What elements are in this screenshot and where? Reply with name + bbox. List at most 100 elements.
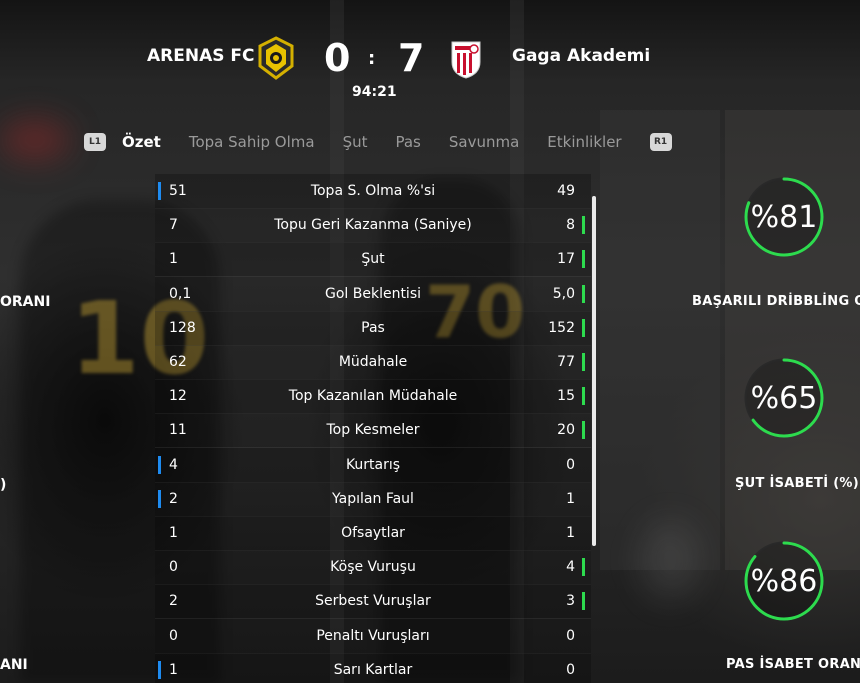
dribbling-gauge-label: BAŞARILI DRİBBLİNG O: [692, 294, 860, 309]
away-stat-value: 1: [566, 490, 575, 507]
away-lead-marker: [582, 318, 585, 337]
stat-label: Şut: [361, 251, 385, 268]
away-stat-value: 3: [566, 593, 575, 610]
stat-row[interactable]: 11 Top Kesmeler 20: [155, 413, 591, 449]
tab-topa-sahip-olma[interactable]: Topa Sahip Olma: [189, 133, 315, 151]
away-score: 7: [398, 36, 425, 80]
stat-row[interactable]: 51 Topa S. Olma %'si 49: [155, 174, 591, 209]
stat-label: Köşe Vuruşu: [330, 559, 416, 576]
home-stat-value: 1: [169, 251, 178, 268]
away-stat-value: 77: [557, 354, 575, 370]
away-lead-marker: [582, 387, 585, 406]
tab-ozet[interactable]: Özet: [122, 133, 161, 151]
stat-row[interactable]: 1 Sarı Kartlar 0: [155, 652, 591, 683]
home-stat-value: 128: [169, 319, 196, 336]
home-team-name: ARENAS FC: [147, 46, 255, 66]
stat-row[interactable]: 128 Pas 152: [155, 310, 591, 346]
stat-label: Müdahale: [338, 354, 408, 370]
tab-etkinlikler[interactable]: Etkinlikler: [547, 133, 621, 151]
home-stat-value: 12: [169, 388, 187, 405]
away-team-crest-icon: [446, 36, 486, 80]
stat-label: Yapılan Faul: [332, 490, 414, 507]
tab-sut[interactable]: Şut: [343, 133, 368, 151]
stat-row[interactable]: 7 Topu Geri Kazanma (Saniye) 8: [155, 208, 591, 244]
stat-label: Pas: [361, 319, 385, 336]
tab-pas[interactable]: Pas: [395, 133, 420, 151]
stats-tab-bar: L1 Özet Topa Sahip Olma Şut Pas Savunma …: [84, 130, 672, 154]
away-lead-marker: [582, 284, 585, 303]
stat-row[interactable]: 4 Kurtarış 0: [155, 447, 591, 483]
stat-label: Topa S. Olma %'si: [310, 183, 436, 199]
away-stat-value: 8: [566, 217, 575, 234]
home-stat-value: 0: [169, 627, 178, 644]
stat-label: Penaltı Vuruşları: [316, 627, 430, 644]
away-stat-value: 4: [566, 559, 575, 576]
stat-row[interactable]: 0 Köşe Vuruşu 4: [155, 550, 591, 586]
home-stat-value: 1: [169, 661, 178, 678]
shot-gauge-label: ŞUT İSABETİ (%): [735, 476, 860, 491]
stat-label: Sarı Kartlar: [333, 661, 413, 678]
score-separator: :: [368, 48, 376, 69]
stat-row[interactable]: 1 Şut 17: [155, 242, 591, 278]
stat-row[interactable]: 2 Yapılan Faul 1: [155, 481, 591, 517]
stat-label: Serbest Vuruşlar: [315, 593, 431, 610]
away-stat-value: 49: [557, 183, 575, 199]
pass-gauge-label: PAS İSABET ORAN: [726, 657, 860, 672]
away-stat-value: 15: [557, 388, 575, 405]
stat-label: Kurtarış: [345, 456, 401, 473]
stat-row[interactable]: 2 Serbest Vuruşlar 3: [155, 584, 591, 620]
away-lead-marker: [582, 558, 585, 577]
left-stat-label: ANI: [0, 657, 28, 673]
away-stat-value: 5,0: [552, 285, 575, 302]
away-stat-value: 20: [557, 422, 575, 439]
stat-row[interactable]: 12 Top Kazanılan Müdahale 15: [155, 379, 591, 415]
stat-row[interactable]: 1 Ofsaytlar 1: [155, 516, 591, 551]
away-lead-marker: [582, 592, 585, 611]
stats-scrollbar-thumb[interactable]: [592, 196, 596, 546]
away-lead-marker: [582, 216, 585, 235]
stats-table[interactable]: 51 Topa S. Olma %'si 49 7 Topu Geri Kazanma …: [155, 174, 591, 683]
left-stat-label: ): [0, 477, 7, 493]
home-lead-marker: [158, 455, 161, 474]
away-stat-value: 0: [566, 661, 575, 678]
home-stat-value: 51: [169, 183, 187, 199]
dribbling-success-gauge: %81: [743, 176, 825, 258]
shot-accuracy-gauge: %65: [743, 357, 825, 439]
away-team-name: Gaga Akademi: [512, 46, 651, 66]
stat-label: Top Kesmeler: [326, 422, 420, 439]
away-lead-marker: [582, 250, 585, 269]
stat-label: Ofsaytlar: [341, 525, 405, 541]
home-stat-value: 0,1: [169, 285, 192, 302]
away-stat-value: 0: [566, 627, 575, 644]
shot-gauge-value: %65: [750, 380, 818, 416]
away-stat-value: 17: [557, 251, 575, 268]
stat-label: Top Kazanılan Müdahale: [288, 388, 458, 405]
home-stat-value: 2: [169, 490, 178, 507]
away-stat-value: 1: [566, 525, 575, 541]
away-stat-value: 0: [566, 456, 575, 473]
home-stat-value: 62: [169, 354, 187, 370]
l1-bumper-icon[interactable]: L1: [84, 133, 106, 151]
stat-row[interactable]: 0,1 Gol Beklentisi 5,0: [155, 276, 591, 312]
away-stat-value: 152: [548, 319, 575, 336]
tab-savunma[interactable]: Savunma: [449, 133, 519, 151]
home-lead-marker: [158, 489, 161, 508]
r1-bumper-icon[interactable]: R1: [649, 133, 672, 151]
stat-label: Topu Geri Kazanma (Saniye): [274, 217, 472, 234]
home-stat-value: 11: [169, 422, 187, 439]
home-stat-value: 1: [169, 525, 178, 541]
away-lead-marker: [582, 353, 585, 371]
pass-gauge-value: %86: [750, 563, 818, 599]
stat-row[interactable]: 62 Müdahale 77: [155, 345, 591, 380]
home-stat-value: 4: [169, 456, 178, 473]
home-stat-value: 0: [169, 559, 178, 576]
home-score: 0: [324, 36, 351, 80]
home-stat-value: 7: [169, 217, 178, 234]
stat-row[interactable]: 0 Penaltı Vuruşları 0: [155, 618, 591, 654]
home-team-crest-icon: [256, 36, 296, 80]
home-stat-value: 2: [169, 593, 178, 610]
home-lead-marker: [158, 182, 161, 200]
stat-label: Gol Beklentisi: [324, 285, 422, 302]
away-lead-marker: [582, 421, 585, 440]
stats-scrollbar[interactable]: [592, 196, 596, 546]
